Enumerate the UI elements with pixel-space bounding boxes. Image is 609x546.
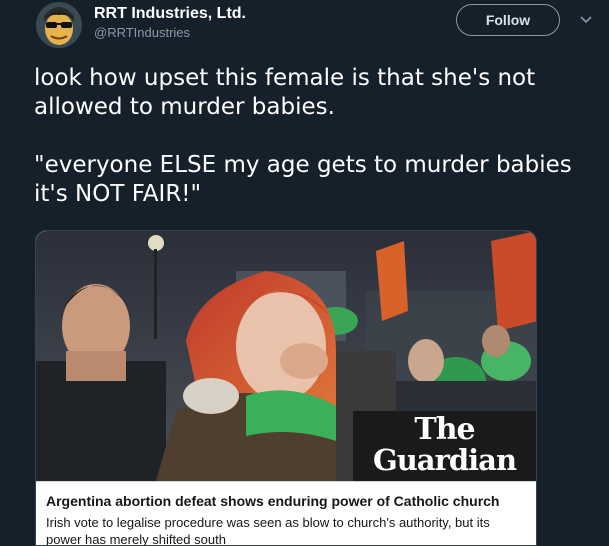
display-name[interactable]: RRT Industries, Ltd. xyxy=(94,5,246,23)
link-card[interactable]: The Guardian Argentina abortion defeat s… xyxy=(35,230,537,546)
avatar[interactable] xyxy=(36,2,82,48)
card-description: Irish vote to legalise procedure was see… xyxy=(46,515,490,546)
guardian-logo: The Guardian xyxy=(353,411,536,481)
card-title: Argentina abortion defeat shows enduring… xyxy=(46,493,500,509)
handle[interactable]: @RRTIndustries xyxy=(94,25,190,40)
avatar-cartoon-sunglasses-icon xyxy=(36,2,82,48)
tweet-text: look how upset this female is that she's… xyxy=(34,65,572,207)
chevron-down-icon[interactable] xyxy=(578,12,594,28)
card-body[interactable]: Argentina abortion defeat shows enduring… xyxy=(36,481,536,546)
logo-line-2: Guardian xyxy=(372,443,517,477)
card-image: The Guardian xyxy=(36,231,536,481)
follow-button[interactable]: Follow xyxy=(456,4,560,36)
logo-line-1: The xyxy=(414,412,475,447)
tweet-header: RRT Industries, Ltd. @RRTIndustries Foll… xyxy=(0,0,609,56)
